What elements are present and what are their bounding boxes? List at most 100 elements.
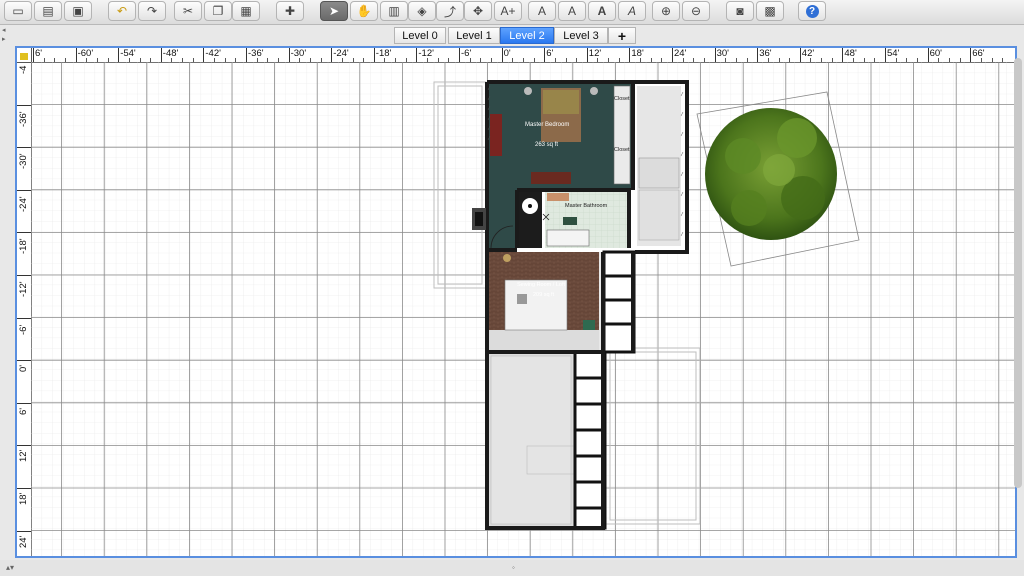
tab-level-3[interactable]: Level 3 — [554, 27, 608, 44]
ruler-label: -4 — [18, 65, 29, 74]
zoom-out-button[interactable]: ⊖ — [682, 1, 710, 21]
ruler-tick — [373, 48, 375, 62]
tab-level-2[interactable]: Level 2 — [500, 27, 554, 44]
open-button[interactable]: ▤ — [34, 1, 62, 21]
ruler-tick — [799, 48, 801, 62]
select-mode-button[interactable]: ➤ — [320, 1, 348, 21]
ruler-tick — [288, 48, 290, 62]
level-tabs: Level 0 Level 1 Level 2 Level 3 + — [0, 27, 1024, 45]
ruler-tick — [331, 48, 333, 62]
ruler-corner — [17, 48, 32, 63]
bold-text-button[interactable]: A — [588, 1, 616, 21]
resize-arrows-icon[interactable]: ▴▾ — [6, 563, 14, 572]
ruler-label: 0' — [503, 48, 511, 59]
tab-level-1[interactable]: Level 1 — [448, 27, 500, 44]
ruler-tick — [927, 48, 929, 62]
toolbar: ▭ ▤ ▣ ↶ ↷ ✂ ❐ ▦ ✚ ➤ ✋ ▥ ◈ ⤴ ✥ A+ A A A A ⊕ ⊖ ◙ ▩? — [0, 0, 1024, 25]
ruler-label: 24' — [18, 535, 29, 548]
nightstand-lamp-icon — [590, 87, 598, 95]
room-area-label: 209 sq ft — [533, 292, 555, 298]
ruler-label: 30' — [716, 48, 729, 59]
camera-icon: ◙ — [736, 4, 744, 18]
create-rooms-button[interactable]: ◈ — [408, 1, 436, 21]
zoom-in-icon: ⊕ — [660, 4, 672, 18]
dresser-icon[interactable] — [490, 114, 502, 156]
zoom-out-icon: ⊖ — [690, 4, 702, 18]
text-bold-icon: A — [597, 4, 607, 18]
ruler-tick — [672, 48, 673, 62]
nightstand-lamp-icon — [524, 87, 532, 95]
sewing-machine-icon — [517, 294, 527, 304]
ruler-label: 54' — [887, 48, 900, 59]
ruler-label: 18' — [18, 492, 29, 505]
increase-text-size-button[interactable]: A — [528, 1, 556, 21]
ruler-tick — [17, 317, 31, 319]
plan-drawing: Closet Closet Master Bedroom 263 sq ft M… — [31, 62, 1015, 556]
create-video-button[interactable]: ▩ — [756, 1, 784, 21]
redo-button[interactable]: ↷ — [138, 1, 166, 21]
create-dimensions-button[interactable]: ✥ — [464, 1, 492, 21]
undo-button[interactable]: ↶ — [108, 1, 136, 21]
decrease-text-size-button[interactable]: A — [558, 1, 586, 21]
shelf-icon — [638, 157, 680, 189]
splitter-handle-icon[interactable]: ◦ — [512, 563, 515, 572]
ruler-label: -30' — [18, 153, 29, 170]
ruler-tick — [17, 189, 31, 191]
add-level-button[interactable]: + — [608, 27, 636, 44]
room-name-label: Master Bedroom — [525, 122, 569, 128]
ruler-tick — [17, 360, 31, 362]
ruler-tick — [246, 48, 247, 62]
pan-mode-button[interactable]: ✋ — [350, 1, 378, 21]
arrow-pointer-icon: ➤ — [328, 4, 340, 18]
ruler-tick — [17, 147, 31, 149]
copy-button[interactable]: ❐ — [204, 1, 232, 21]
italic-text-button[interactable]: A — [618, 1, 646, 21]
create-photo-button[interactable]: ◙ — [726, 1, 754, 21]
ruler-tick — [544, 48, 546, 62]
ruler-label: -12' — [18, 281, 29, 297]
ruler-label: 6' — [546, 48, 554, 59]
ruler-tick — [416, 48, 418, 62]
help-button[interactable]: ? — [798, 1, 826, 21]
closet-label: Closet — [614, 96, 630, 102]
ruler-tick — [885, 48, 886, 62]
zoom-in-button[interactable]: ⊕ — [652, 1, 680, 21]
lower-room-area — [490, 355, 572, 525]
ruler-tick — [17, 275, 31, 276]
ruler-tick — [757, 48, 759, 62]
plan-view[interactable]: 6' -60' -54' -48' -42' -36' -30' -24' -18' -12' -6… — [15, 46, 1017, 558]
ruler-label: 36' — [759, 48, 772, 59]
status-bar: ▴▾ ◦ — [0, 560, 1024, 576]
cut-button[interactable]: ✂ — [174, 1, 202, 21]
ruler-label: 60' — [929, 48, 942, 59]
ruler-tick — [586, 48, 588, 62]
add-text-button[interactable]: A+ — [494, 1, 522, 21]
plan-canvas[interactable]: Closet Closet Master Bedroom 263 sq ft M… — [31, 62, 1015, 556]
paste-button[interactable]: ▦ — [232, 1, 260, 21]
ruler-label: 18' — [631, 48, 644, 59]
vertical-scrollbar[interactable] — [1014, 58, 1022, 488]
text-italic-icon: A — [627, 4, 636, 18]
add-furniture-button[interactable]: ✚ — [276, 1, 304, 21]
tab-level-0[interactable]: Level 0 — [394, 27, 446, 44]
ruler-tick — [459, 48, 460, 62]
folder-icon: ▤ — [42, 4, 54, 18]
ruler-label: -18' — [18, 238, 29, 255]
ruler-label: -24' — [18, 196, 29, 212]
undo-icon: ↶ — [116, 4, 128, 18]
create-polylines-button[interactable]: ⤴ — [436, 1, 464, 21]
polyline-icon: ⤴ — [443, 4, 456, 19]
create-walls-button[interactable]: ▥ — [380, 1, 408, 21]
ruler-origin-marker-icon — [20, 53, 28, 60]
save-button[interactable]: ▣ — [64, 1, 92, 21]
ruler-tick — [118, 48, 120, 62]
room-area-label: 263 sq ft — [535, 142, 558, 148]
bench-icon — [531, 172, 571, 184]
new-home-button[interactable]: ▭ — [4, 1, 32, 21]
ruler-label: 48' — [844, 48, 857, 59]
scissors-icon: ✂ — [182, 4, 194, 18]
side-chair-icon — [583, 320, 595, 330]
paste-icon: ▦ — [240, 4, 252, 18]
room-name-label: Master Bathroom — [565, 203, 608, 209]
dimension-icon: ✥ — [472, 4, 484, 18]
